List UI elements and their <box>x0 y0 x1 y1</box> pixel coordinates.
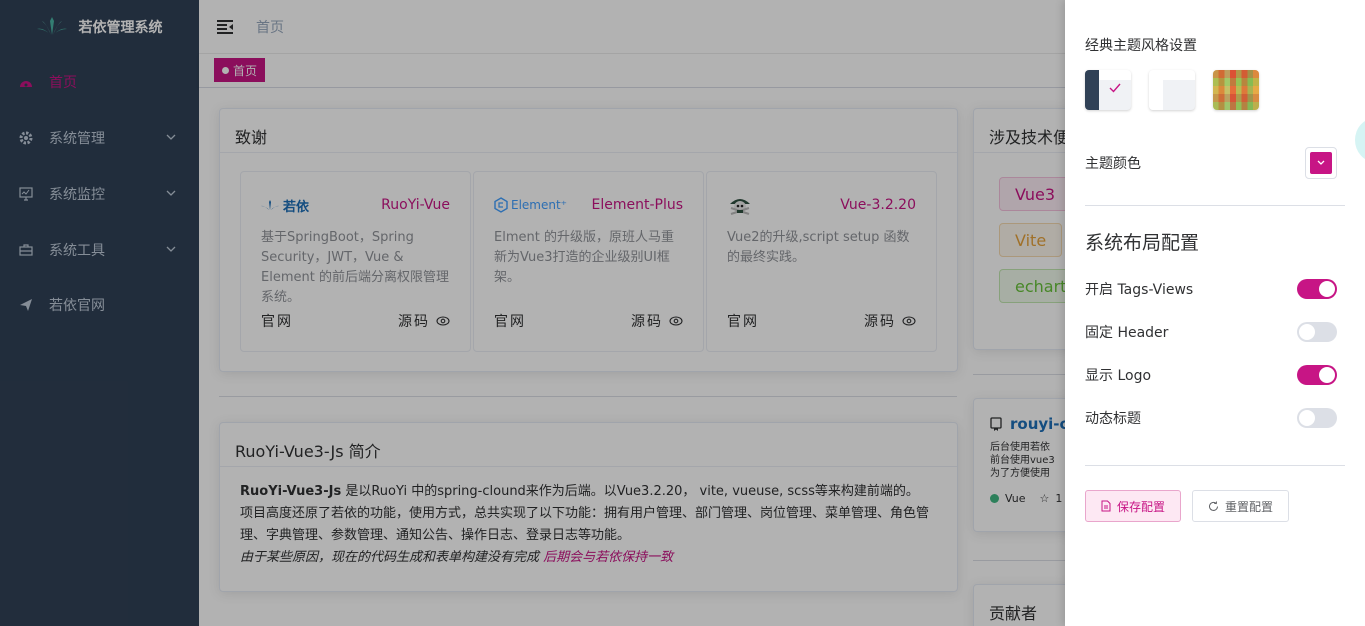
toggle-label: 动态标题 <box>1085 411 1141 427</box>
drawer-overlay[interactable] <box>0 0 1065 626</box>
theme-color-label: 主题颜色 <box>1085 156 1141 172</box>
fixed-header-switch[interactable] <box>1297 322 1337 342</box>
style-dark[interactable] <box>1085 70 1131 110</box>
toggle-label: 显示 Logo <box>1085 368 1152 384</box>
style-custom[interactable] <box>1213 70 1259 110</box>
document-icon <box>1101 500 1111 512</box>
show-logo-switch[interactable] <box>1297 365 1337 385</box>
dynamic-title-switch[interactable] <box>1297 408 1337 428</box>
switch-knob <box>1319 367 1335 383</box>
check-icon <box>1109 83 1121 93</box>
toggle-label: 固定 Header <box>1085 325 1169 341</box>
toggle-label: 开启 Tags-Views <box>1085 282 1194 298</box>
settings-drawer: 经典主题风格设置 主题颜色 系统布局配置 开启 Tags-Views 固定 He… <box>1065 0 1365 626</box>
drawer-divider <box>1085 465 1345 466</box>
reset-config-label: 重置配置 <box>1225 499 1274 514</box>
save-config-button[interactable]: 保存配置 <box>1085 490 1182 522</box>
toggle-row-dynamic-title: 动态标题 <box>1085 407 1337 429</box>
toggle-row-show-logo: 显示 Logo <box>1085 364 1337 386</box>
layout-title: 系统布局配置 <box>1085 232 1200 254</box>
chevron-down-icon <box>1317 160 1325 165</box>
style-light-header <box>1163 70 1195 80</box>
refresh-icon <box>1209 500 1218 511</box>
style-light[interactable] <box>1149 70 1195 110</box>
style-light-sidebar <box>1149 70 1163 110</box>
switch-knob <box>1319 281 1335 297</box>
theme-color-swatch <box>1310 152 1332 174</box>
style-picker <box>1085 70 1259 110</box>
save-config-label: 保存配置 <box>1117 499 1166 514</box>
toggle-row-fixed-header: 固定 Header <box>1085 321 1337 343</box>
reset-config-button[interactable]: 重置配置 <box>1192 490 1290 522</box>
theme-color-picker[interactable] <box>1305 147 1337 179</box>
style-title: 经典主题风格设置 <box>1085 38 1197 54</box>
tags-views-switch[interactable] <box>1297 279 1337 299</box>
drawer-divider <box>1085 205 1345 206</box>
theme-color-row: 主题颜色 <box>1085 146 1337 180</box>
mosaic-overlay <box>1213 70 1259 110</box>
app-root: 若依管理系统 首页 系统管理 系统监控 系统工具 若依官网 首页 首页 致谢 若… <box>0 0 1365 626</box>
style-dark-header <box>1099 70 1131 80</box>
style-dark-sidebar <box>1085 70 1099 110</box>
switch-knob <box>1299 324 1315 340</box>
switch-knob <box>1299 410 1315 426</box>
toggle-row-tags-views: 开启 Tags-Views <box>1085 278 1337 300</box>
